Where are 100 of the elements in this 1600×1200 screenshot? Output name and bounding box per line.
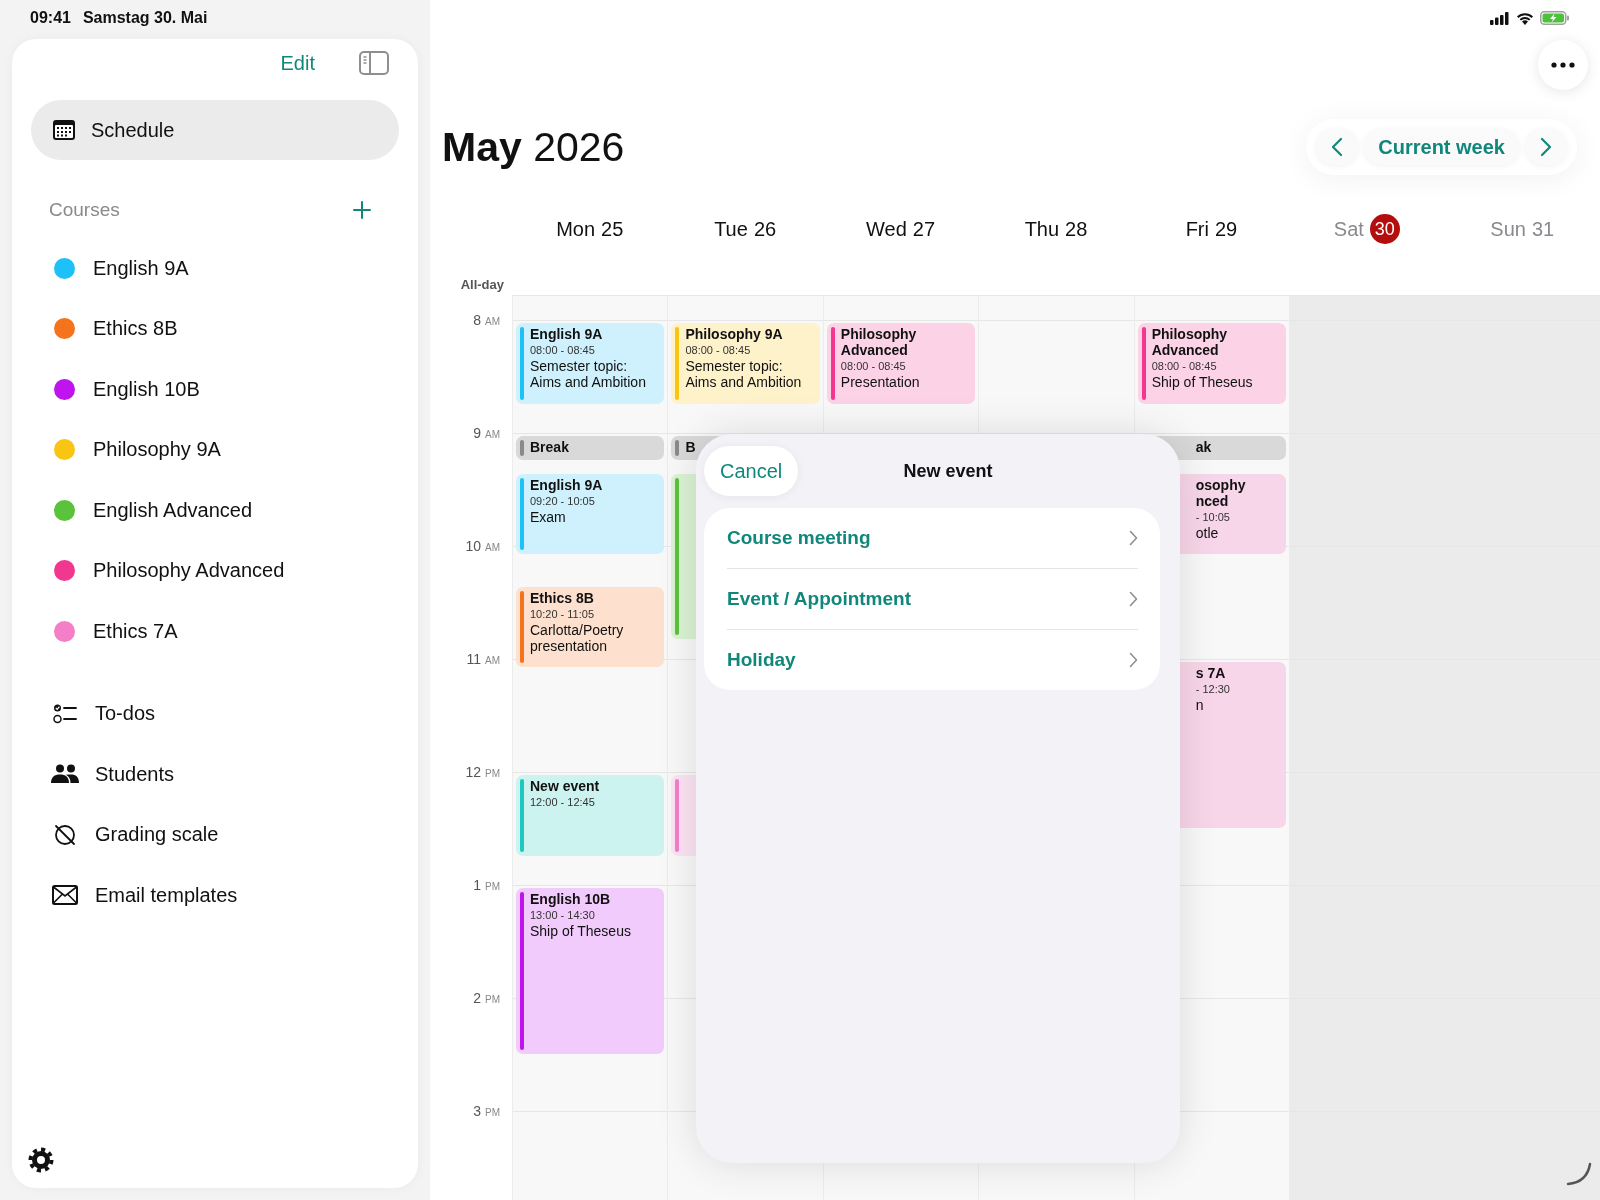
- current-week-button[interactable]: Current week: [1364, 129, 1519, 165]
- calendar-icon: [53, 120, 75, 140]
- weekday-label: Tue: [714, 217, 748, 241]
- event-title: ak: [1195, 439, 1212, 455]
- option-row[interactable]: Holiday: [727, 630, 1138, 690]
- event-title: New event: [530, 778, 600, 794]
- event-card[interactable]: English 9A 08:00 - 08:45 Semester topic: Aims and Ambition: [516, 323, 665, 404]
- event-title: English 9A: [530, 476, 603, 493]
- event-title: English 9A: [530, 326, 604, 342]
- section-header: Courses: [49, 199, 120, 221]
- date-label: 29: [1214, 217, 1238, 241]
- event-time: - 10:05: [1195, 509, 1231, 525]
- add-icon[interactable]: [353, 201, 371, 219]
- weekday-label: Thu: [1024, 217, 1060, 241]
- event-time: 08:00 - 08:45: [1151, 359, 1218, 374]
- sidebar-item[interactable]: Grading scale: [31, 804, 399, 865]
- course-item[interactable]: Philosophy Advanced: [31, 540, 399, 601]
- event-note: Ship of Theseus: [530, 923, 631, 939]
- envelope-icon: [52, 885, 78, 906]
- sheet-title: New event: [902, 460, 994, 482]
- course-item[interactable]: English 10B: [31, 359, 399, 420]
- event-title: Philosophy 9A: [685, 326, 784, 342]
- option-row[interactable]: Event / Appointment: [727, 569, 1138, 630]
- event-title: s 7A: [1195, 665, 1227, 681]
- status-time: 09:41: [30, 9, 71, 27]
- event-time: 09:20 - 10:05: [530, 493, 596, 509]
- battery-charging-icon: [1540, 11, 1570, 25]
- time-label: 12 PM: [465, 764, 500, 780]
- event-title: English 10B: [530, 891, 612, 907]
- sidebar-item[interactable]: Schedule: [31, 100, 399, 160]
- edit-button[interactable]: Edit: [276, 49, 319, 77]
- event-title: Philosophy Advanced: [1151, 326, 1229, 358]
- date-label: 25: [601, 217, 624, 241]
- event-card[interactable]: Philosophy Advanced 08:00 - 08:45 Presentation: [826, 323, 976, 404]
- settings-icon[interactable]: [27, 1146, 55, 1174]
- today-badge: 30: [1369, 214, 1400, 244]
- signal-icon: [1490, 11, 1510, 25]
- event-note: Ship of Theseus: [1151, 374, 1254, 390]
- event-time: 08:00 - 08:45: [530, 343, 596, 358]
- date-label: 27: [912, 217, 936, 241]
- event-note: Semester topic: Aims and Ambition: [685, 358, 803, 390]
- resize-corner-icon[interactable]: [1566, 1162, 1592, 1186]
- event-time: - 12:30: [1195, 682, 1230, 697]
- course-item[interactable]: English Advanced: [31, 480, 399, 541]
- event-time: 08:00 - 08:45: [685, 343, 752, 358]
- all-day-label: All-day: [460, 277, 504, 292]
- course-item[interactable]: Ethics 8B: [31, 298, 399, 359]
- chevron-right-icon: [1129, 652, 1138, 668]
- date-label: 28: [1065, 217, 1088, 241]
- weekday-label: Mon: [556, 217, 596, 241]
- chevron-right-icon: [1540, 137, 1552, 157]
- date-label: 26: [753, 217, 777, 241]
- time-label: 1 PM: [473, 877, 500, 893]
- wifi-icon: [1516, 11, 1534, 25]
- sidebar-toggle-icon[interactable]: [359, 51, 389, 75]
- event-note: n: [1195, 697, 1205, 713]
- sidebar-item[interactable]: To-dos: [31, 683, 399, 744]
- slashed-circle-icon: [53, 822, 77, 847]
- event-title: Break: [530, 439, 569, 455]
- event-card[interactable]: Ethics 8B 10:20 - 11:05 Carlotta/Poetry presentation: [516, 586, 665, 668]
- event-note: Semester topic: Aims and Ambition: [530, 358, 647, 390]
- event-title: B: [685, 439, 696, 455]
- weekday-label: Fri: [1185, 217, 1209, 241]
- sidebar-item[interactable]: Students: [31, 744, 399, 805]
- event-title: Ethics 8B: [530, 589, 595, 606]
- time-label: 3 PM: [473, 1103, 500, 1119]
- event-time: 08:00 - 08:45: [840, 359, 907, 374]
- chevron-left-icon: [1331, 137, 1344, 157]
- time-label: 11 AM: [466, 651, 500, 667]
- event-note: otle: [1195, 524, 1220, 541]
- break-card[interactable]: Break: [516, 436, 665, 461]
- chevron-right-icon: [1129, 530, 1138, 546]
- event-title: Philosophy Advanced: [840, 326, 918, 358]
- time-label: 10 AM: [465, 538, 500, 554]
- time-label: 2 PM: [473, 990, 500, 1006]
- event-card[interactable]: English 10B 13:00 - 14:30 Ship of Theseus: [516, 888, 665, 1054]
- sidebar-item[interactable]: Email templates: [31, 865, 399, 926]
- status-date: Samstag 30. Mai: [82, 9, 208, 27]
- event-time: 13:00 - 14:30: [530, 908, 596, 923]
- more-icon: [1551, 62, 1575, 68]
- weekday-label: Sun: [1490, 217, 1526, 241]
- event-time: 12:00 - 12:45: [530, 795, 596, 810]
- course-item[interactable]: Philosophy 9A: [31, 419, 399, 480]
- event-card[interactable]: Philosophy Advanced 08:00 - 08:45 Ship of Theseus: [1137, 323, 1287, 404]
- event-card[interactable]: New event 12:00 - 12:45: [516, 775, 665, 856]
- weekday-label: Sat: [1333, 217, 1364, 241]
- event-card[interactable]: English 9A 09:20 - 10:05 Exam: [516, 473, 665, 555]
- event-title: osophy nced: [1195, 476, 1246, 509]
- cancel-button[interactable]: Cancel: [704, 446, 799, 496]
- event-time: 10:20 - 11:05: [530, 606, 595, 622]
- course-item[interactable]: Ethics 7A: [31, 601, 399, 662]
- course-item[interactable]: English 9A: [31, 238, 399, 299]
- people-icon: [51, 764, 79, 785]
- weekday-label: Wed: [866, 217, 907, 241]
- option-row[interactable]: Course meeting: [727, 508, 1138, 569]
- chevron-right-icon: [1129, 591, 1138, 607]
- date-label: 31: [1531, 217, 1555, 241]
- checklist-icon: [53, 702, 77, 725]
- event-card[interactable]: Philosophy 9A 08:00 - 08:45 Semester topic: Aims and Ambition: [671, 323, 820, 404]
- time-label: 9 AM: [473, 425, 500, 441]
